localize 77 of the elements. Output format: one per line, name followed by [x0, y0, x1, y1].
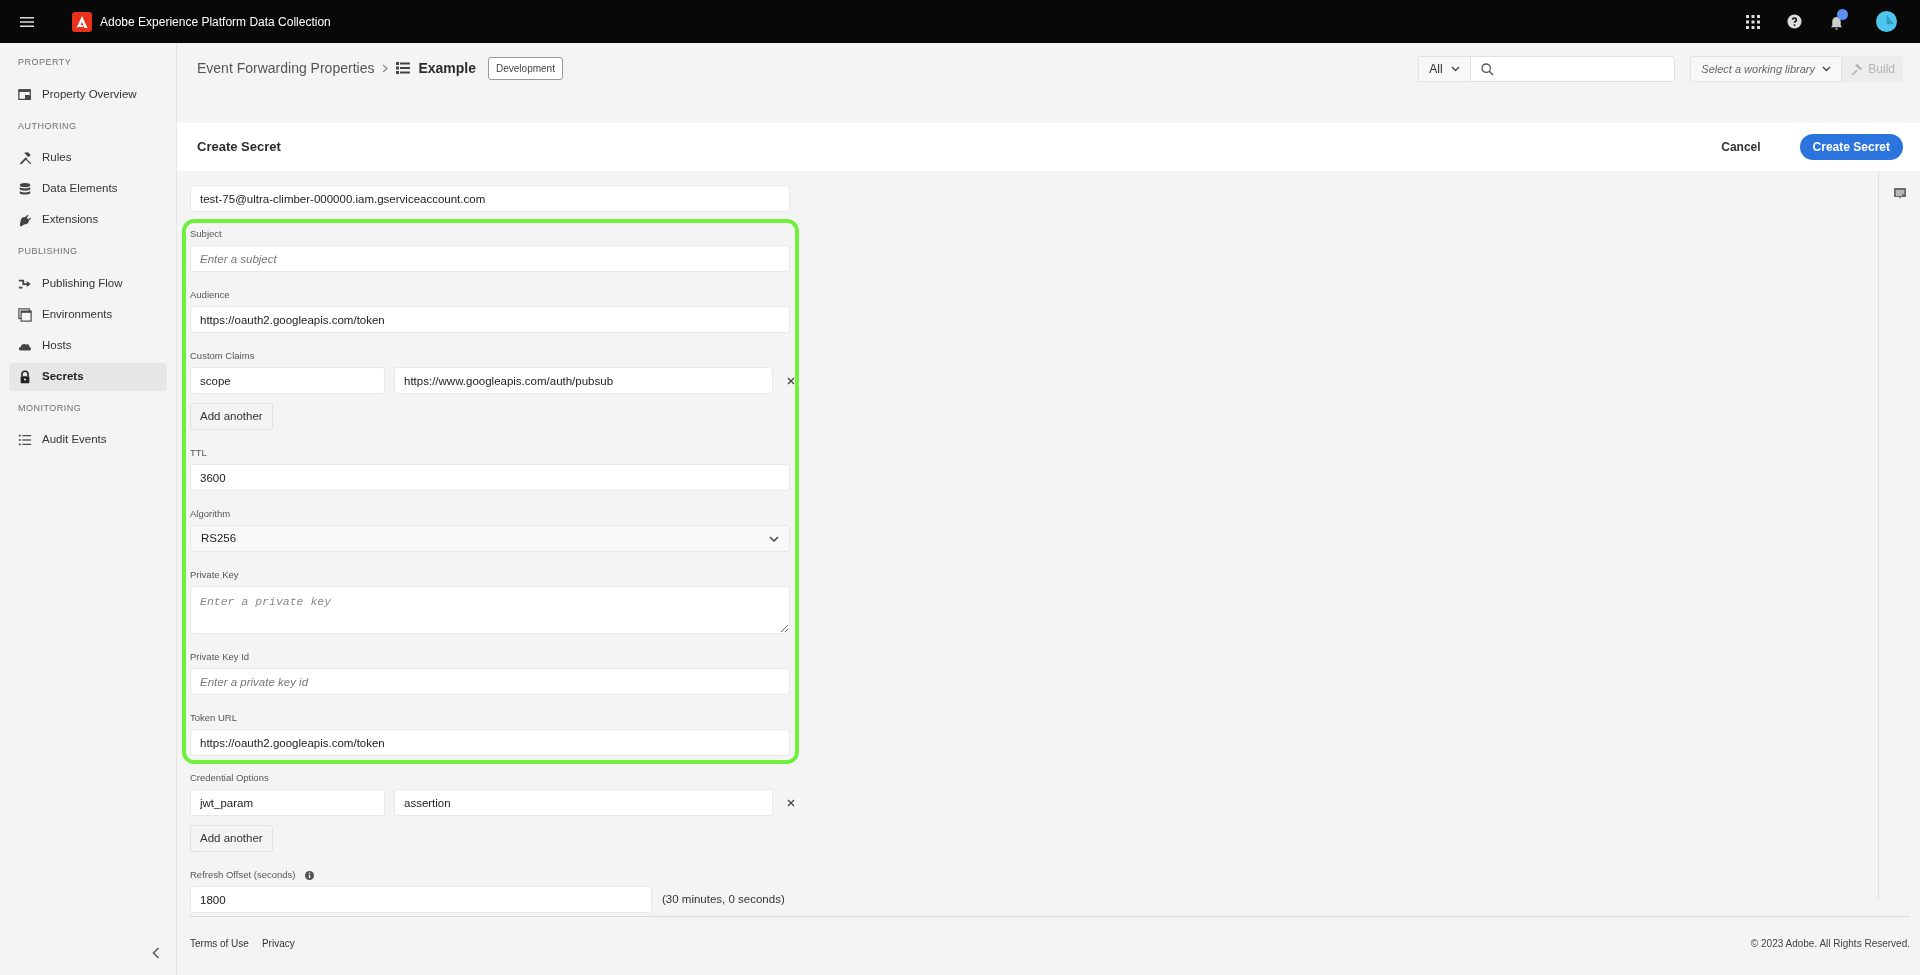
- sidebar-item[interactable]: Extensions: [9, 206, 167, 234]
- app-title: Adobe Experience Platform Data Collection: [100, 13, 331, 31]
- sidebar-item[interactable]: Audit Events: [9, 426, 167, 454]
- bell-icon[interactable]: [1829, 15, 1844, 31]
- duration-text: (30 minutes, 0 seconds): [662, 891, 785, 907]
- database-icon: [18, 182, 32, 196]
- copyright-text: © 2023 Adobe. All Rights Reserved.: [1750, 936, 1910, 951]
- add-another-button[interactable]: Add another: [190, 403, 273, 430]
- create-secret-button[interactable]: Create Secret: [1799, 134, 1903, 160]
- section-heading: PROPERTY: [17, 56, 73, 69]
- scope-dropdown[interactable]: All: [1419, 57, 1471, 81]
- field-label: Credential Options: [190, 770, 269, 785]
- field-label: Refresh Offset (seconds): [190, 867, 296, 882]
- help-icon[interactable]: [1787, 14, 1802, 29]
- field-label: Subject: [190, 226, 222, 241]
- breadcrumb-link[interactable]: Event Forwarding Properties: [197, 57, 375, 79]
- form-title: Create Secret: [197, 138, 281, 157]
- close-icon[interactable]: [787, 376, 795, 385]
- windows-icon: [18, 307, 32, 322]
- text-area[interactable]: Enter a private key: [190, 586, 790, 634]
- field-label: Private Key Id: [190, 649, 250, 664]
- menu-icon[interactable]: [20, 15, 34, 28]
- input-field[interactable]: Enter a subject: [190, 245, 790, 272]
- sidebar-item[interactable]: Environments: [9, 300, 167, 329]
- search-field[interactable]: All: [1418, 56, 1676, 82]
- key-field[interactable]: jwt_param: [190, 789, 385, 816]
- sidebar-item[interactable]: Hosts: [9, 331, 167, 360]
- close-icon[interactable]: [787, 798, 795, 807]
- section-heading: AUTHORING: [17, 119, 78, 133]
- input-field[interactable]: https://oauth2.googleapis.com/token: [190, 306, 790, 333]
- field-label: Algorithm: [190, 506, 231, 521]
- field-label: Custom Claims: [190, 348, 255, 363]
- comment-icon[interactable]: [1892, 187, 1907, 201]
- add-another-button[interactable]: Add another: [190, 825, 273, 852]
- info-icon[interactable]: [305, 870, 315, 880]
- plug-icon: [18, 213, 32, 227]
- hammer-icon: [1850, 62, 1864, 76]
- cancel-button[interactable]: Cancel: [1721, 138, 1761, 156]
- environment-tag: Development: [488, 56, 563, 80]
- chevron-down-icon: [1822, 66, 1832, 72]
- chevron-right-icon: [382, 63, 389, 73]
- lock-icon: [18, 369, 32, 384]
- sidebar-item[interactable]: Rules: [9, 144, 167, 172]
- footer-link[interactable]: Privacy: [261, 935, 295, 951]
- search-icon: [1480, 62, 1494, 76]
- section-heading: PUBLISHING: [17, 245, 79, 258]
- section-heading: MONITORING: [17, 401, 83, 415]
- field-label: Private Key: [190, 567, 239, 582]
- logo-icon[interactable]: [72, 11, 92, 32]
- window-tag-icon: [18, 87, 32, 102]
- sidebar-item[interactable]: Data Elements: [9, 175, 167, 203]
- property-name: Example: [418, 58, 476, 78]
- input-field[interactable]: 1800: [190, 886, 652, 913]
- input-field[interactable]: Enter a private key id: [190, 668, 790, 695]
- input-field[interactable]: test-75@ultra-climber-000000.iam.gserviceaccount.com: [190, 185, 790, 212]
- field-label: Audience: [190, 287, 230, 302]
- algorithm-dropdown[interactable]: RS256: [190, 525, 790, 552]
- apps-grid-icon[interactable]: [1746, 14, 1760, 29]
- field-label: Token URL: [190, 710, 237, 725]
- key-field[interactable]: scope: [190, 367, 385, 394]
- sidebar-item[interactable]: Secrets: [9, 362, 167, 391]
- library-dropdown[interactable]: Select a working library: [1690, 56, 1843, 82]
- footer-link[interactable]: Terms of Use: [190, 935, 249, 951]
- chevron-down-icon: [1450, 66, 1460, 72]
- collapse-chevron-icon[interactable]: [152, 947, 160, 959]
- sidebar-item[interactable]: Publishing Flow: [9, 269, 167, 298]
- input-field[interactable]: https://oauth2.googleapis.com/token: [190, 729, 790, 756]
- avatar-icon[interactable]: [1876, 11, 1897, 32]
- chevron-down-icon: [769, 535, 779, 542]
- sidebar-item[interactable]: Property Overview: [9, 80, 167, 109]
- input-field[interactable]: 3600: [190, 464, 790, 491]
- list-icon: [18, 433, 32, 447]
- field-label: TTL: [190, 445, 207, 460]
- value-field[interactable]: https://www.googleapis.com/auth/pubsub: [394, 367, 773, 394]
- tools-icon: [18, 151, 32, 165]
- list-icon: [396, 62, 411, 74]
- value-field[interactable]: assertion: [394, 789, 773, 816]
